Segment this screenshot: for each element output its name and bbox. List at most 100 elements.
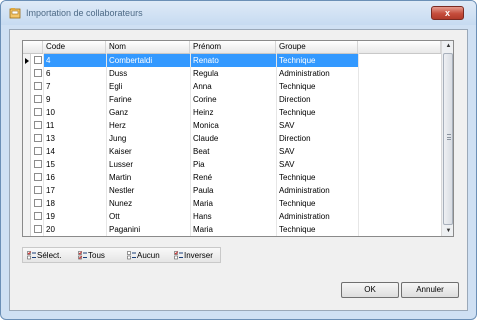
cell-nom: Nunez — [109, 199, 133, 208]
cell-nom: Farine — [109, 95, 132, 104]
current-row-arrow-icon — [25, 58, 29, 64]
row-checkbox[interactable] — [34, 82, 42, 90]
row-cells: 6 Duss Regula Administration — [43, 67, 358, 80]
ok-button[interactable]: OK — [341, 282, 399, 298]
scroll-up-icon[interactable]: ▲ — [442, 41, 453, 52]
column-separator — [106, 53, 107, 236]
cell-prenom: Anna — [193, 82, 212, 91]
cell-nom: Herz — [109, 121, 126, 130]
row-checkbox[interactable] — [34, 121, 42, 129]
cell-groupe: SAV — [279, 160, 295, 169]
none-button[interactable]: Aucun — [127, 249, 169, 262]
cell-code: 15 — [46, 160, 55, 169]
row-checkbox[interactable] — [34, 225, 42, 233]
row-indicator — [23, 171, 31, 184]
header-groupe[interactable]: Groupe — [276, 41, 358, 53]
cell-nom: Ganz — [109, 108, 129, 117]
column-separator — [190, 53, 191, 236]
cell-nom: Combertaldi — [109, 56, 153, 65]
row-indicator — [23, 132, 31, 145]
scroll-thumb[interactable] — [443, 53, 453, 225]
cell-prenom: Heinz — [193, 108, 214, 117]
table-row[interactable]: 17 Nestler Paula Administration — [23, 184, 441, 197]
row-indicator — [23, 210, 31, 223]
check-all-icon — [78, 251, 87, 260]
cell-nom: Duss — [109, 69, 128, 78]
invert-selection-icon — [174, 251, 183, 260]
row-cells: 17 Nestler Paula Administration — [43, 184, 358, 197]
cell-nom: Jung — [109, 134, 127, 143]
vertical-scrollbar[interactable]: ▲ ▼ — [441, 41, 453, 236]
row-indicator — [23, 158, 31, 171]
collaborators-grid[interactable]: Code Nom Prénom Groupe 4 Combertaldi Renat… — [22, 40, 454, 237]
table-row[interactable]: 9 Farine Corine Direction — [23, 93, 441, 106]
cell-nom: Ott — [109, 212, 120, 221]
column-separator — [43, 53, 44, 236]
cell-prenom: Regula — [193, 69, 219, 78]
table-row[interactable]: 19 Ott Hans Administration — [23, 210, 441, 223]
column-separator — [358, 53, 359, 236]
cell-prenom: Monica — [193, 121, 219, 130]
close-icon: x — [444, 8, 450, 18]
cell-groupe: Technique — [279, 225, 316, 234]
close-button[interactable]: x — [431, 6, 464, 20]
header-prenom[interactable]: Prénom — [190, 41, 276, 53]
row-checkbox[interactable] — [34, 173, 42, 181]
cell-code: 17 — [46, 186, 55, 195]
row-checkbox[interactable] — [34, 160, 42, 168]
cell-groupe: Administration — [279, 212, 330, 221]
cell-code: 18 — [46, 199, 55, 208]
table-row[interactable]: 11 Herz Monica SAV — [23, 119, 441, 132]
table-row[interactable]: 6 Duss Regula Administration — [23, 67, 441, 80]
row-cells: 15 Lusser Pia SAV — [43, 158, 358, 171]
header-nom[interactable]: Nom — [106, 41, 190, 53]
cell-code: 4 — [46, 56, 51, 65]
cancel-button[interactable]: Annuler — [401, 282, 459, 298]
row-checkbox[interactable] — [34, 186, 42, 194]
row-cells: 16 Martin René Technique — [43, 171, 358, 184]
row-cells: 18 Nunez Maria Technique — [43, 197, 358, 210]
cell-nom: Egli — [109, 82, 123, 91]
dialog-window: Importation de collaborateurs x Code Nom… — [0, 0, 477, 320]
header-select-column — [23, 41, 43, 53]
select-button[interactable]: Sélect. — [27, 249, 73, 262]
header-filler — [358, 41, 441, 53]
table-row[interactable]: 15 Lusser Pia SAV — [23, 158, 441, 171]
table-row[interactable]: 13 Jung Claude Direction — [23, 132, 441, 145]
table-row[interactable]: 20 Paganini Maria Technique — [23, 223, 441, 236]
invert-button[interactable]: Inverser — [174, 249, 220, 262]
row-checkbox[interactable] — [34, 56, 42, 64]
row-cells: 4 Combertaldi Renato Technique — [43, 54, 358, 67]
row-cells: 7 Egli Anna Technique — [43, 80, 358, 93]
row-checkbox[interactable] — [34, 108, 42, 116]
all-label: Tous — [88, 251, 105, 260]
row-checkbox[interactable] — [34, 147, 42, 155]
table-row[interactable]: 7 Egli Anna Technique — [23, 80, 441, 93]
scroll-down-icon[interactable]: ▼ — [442, 226, 453, 236]
header-code[interactable]: Code — [43, 41, 106, 53]
row-checkbox[interactable] — [34, 199, 42, 207]
dialog-body: Code Nom Prénom Groupe 4 Combertaldi Renat… — [9, 29, 468, 311]
title-bar[interactable]: Importation de collaborateurs x — [1, 1, 476, 25]
cell-prenom: Hans — [193, 212, 212, 221]
row-checkbox[interactable] — [34, 95, 42, 103]
none-label: Aucun — [137, 251, 160, 260]
table-row[interactable]: 14 Kaiser Beat SAV — [23, 145, 441, 158]
row-checkbox[interactable] — [34, 134, 42, 142]
row-cells: 19 Ott Hans Administration — [43, 210, 358, 223]
grip-icon — [447, 134, 451, 140]
row-checkbox[interactable] — [34, 69, 42, 77]
table-row[interactable]: 10 Ganz Heinz Technique — [23, 106, 441, 119]
table-row[interactable]: 16 Martin René Technique — [23, 171, 441, 184]
cell-nom: Paganini — [109, 225, 141, 234]
row-indicator — [23, 67, 31, 80]
column-separator — [276, 53, 277, 236]
all-button[interactable]: Tous — [78, 249, 114, 262]
table-row[interactable]: 18 Nunez Maria Technique — [23, 197, 441, 210]
table-row[interactable]: 4 Combertaldi Renato Technique — [23, 54, 441, 67]
cell-groupe: Technique — [279, 173, 316, 182]
cell-groupe: Technique — [279, 56, 316, 65]
row-indicator — [23, 184, 31, 197]
cell-prenom: Claude — [193, 134, 219, 143]
row-checkbox[interactable] — [34, 212, 42, 220]
